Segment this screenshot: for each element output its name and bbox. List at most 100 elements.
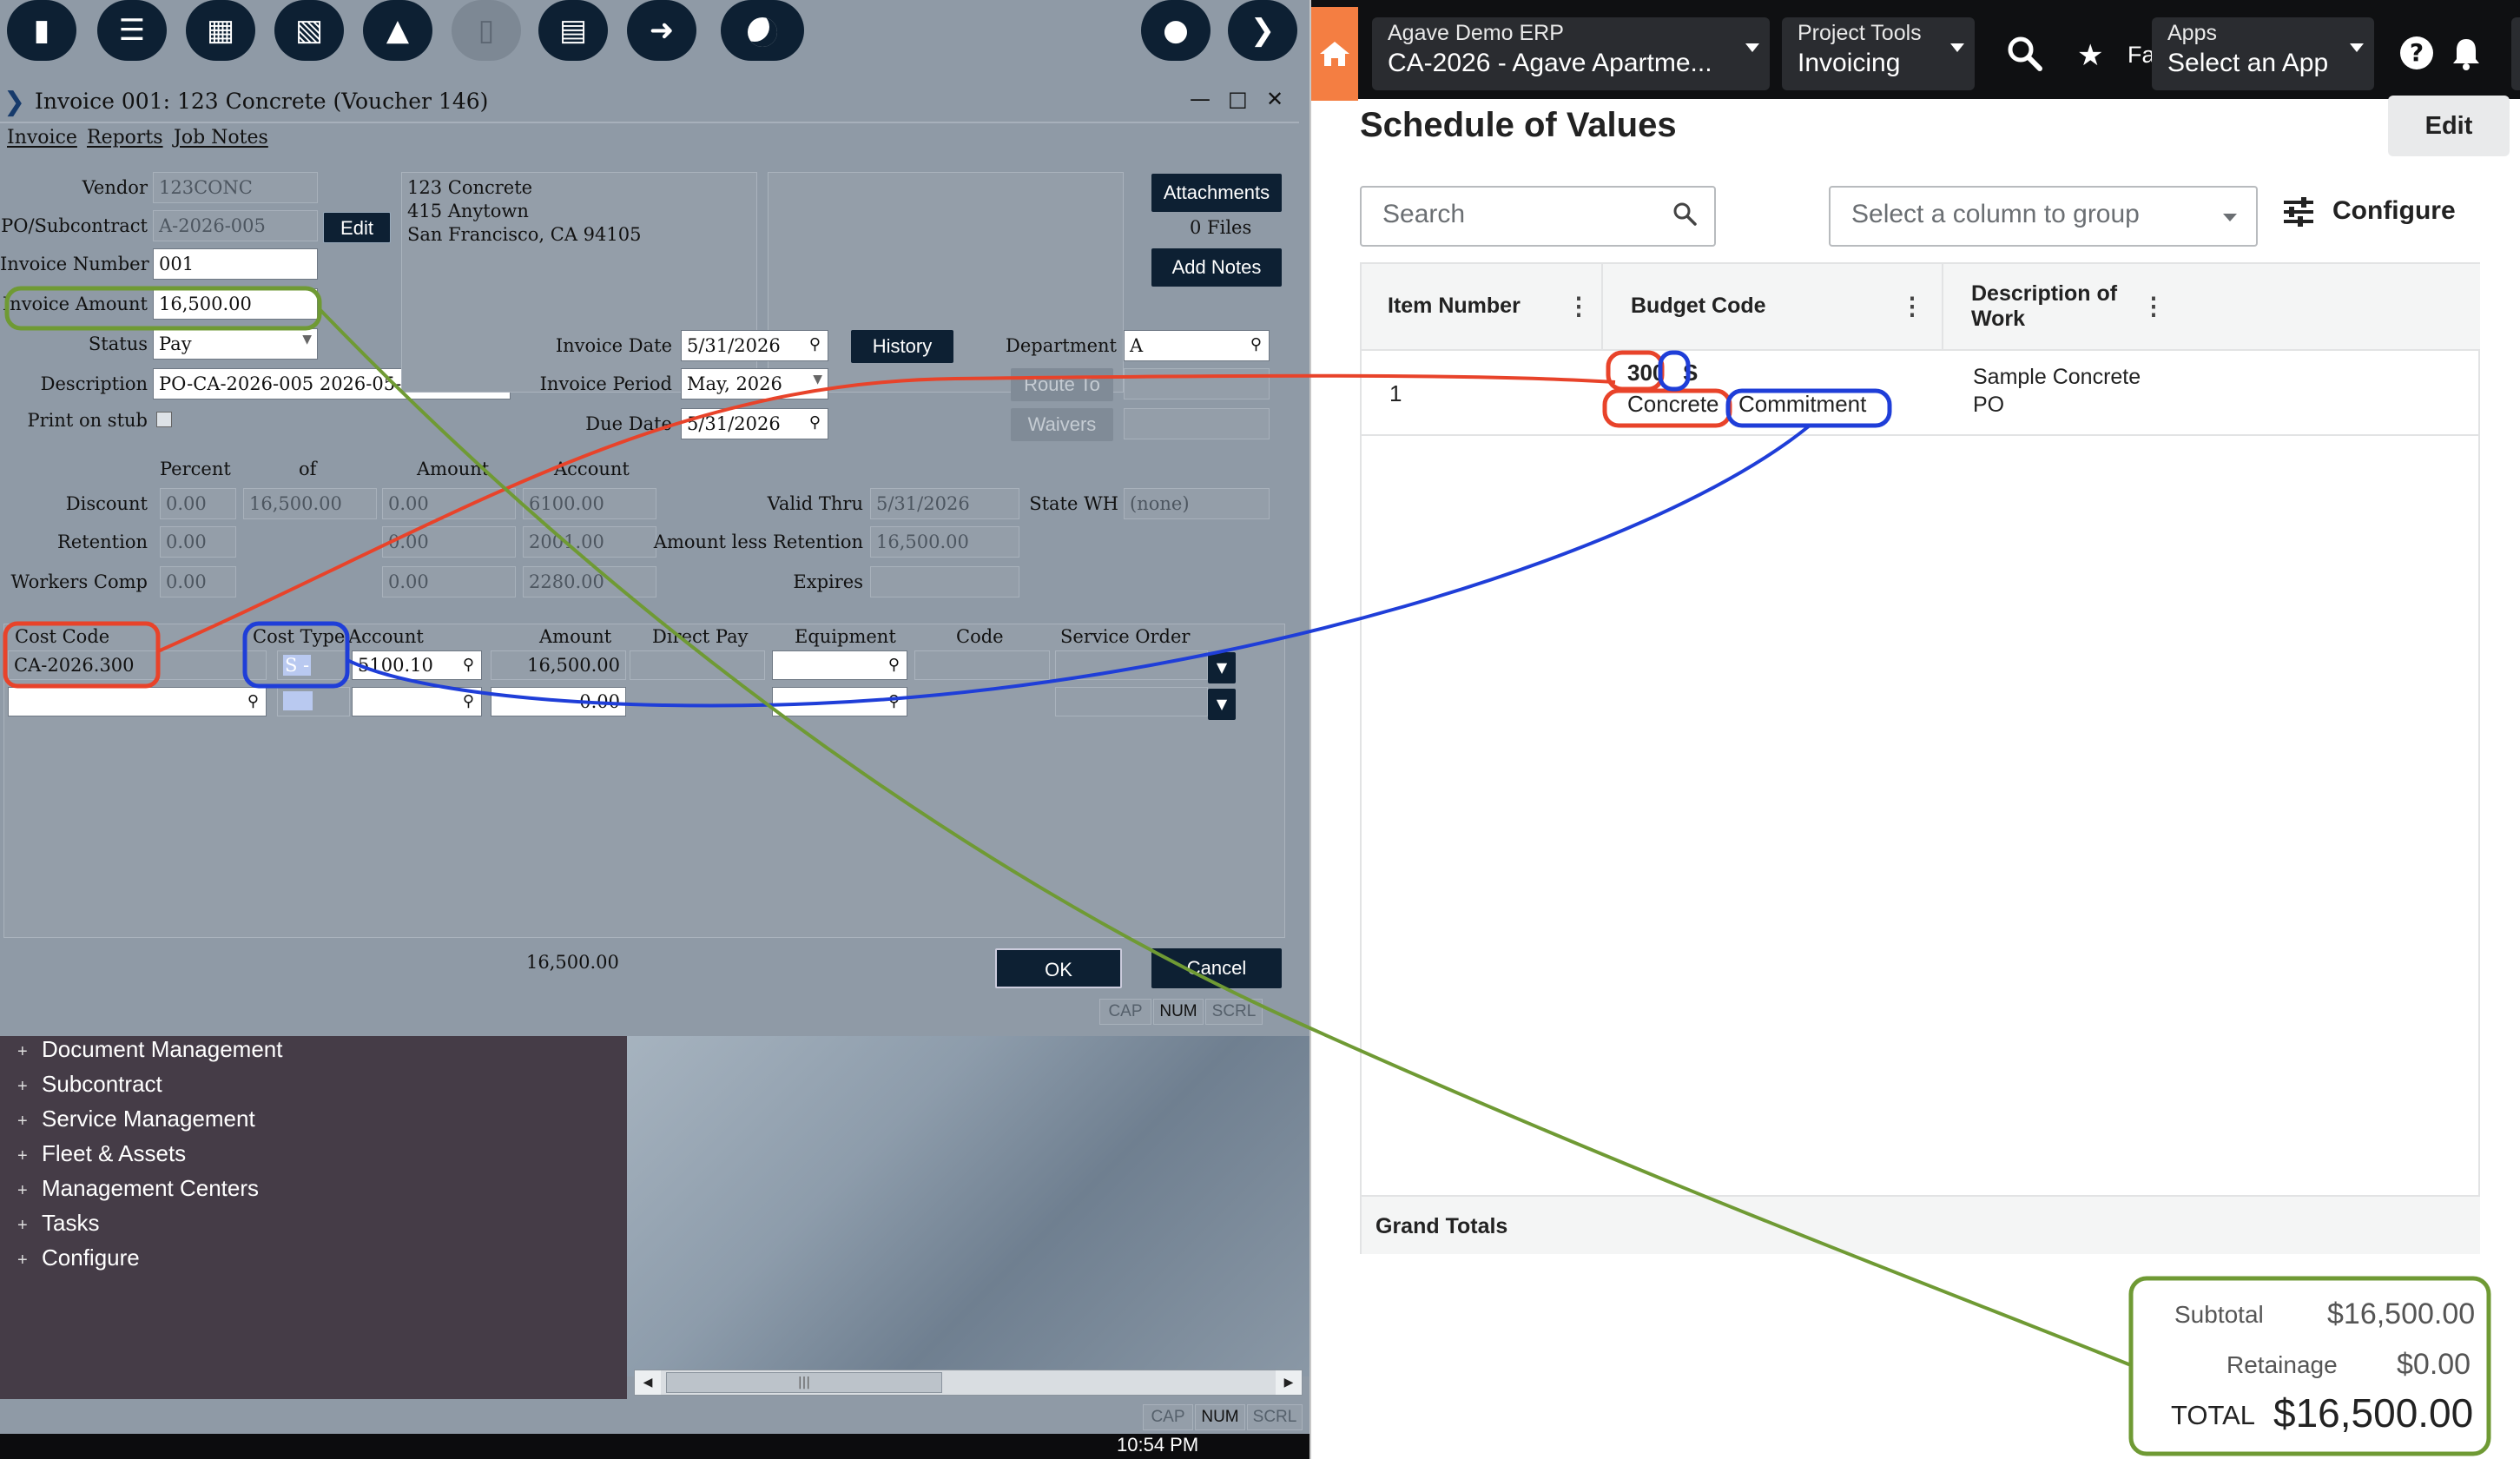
department-field[interactable]: A ⚲ (1124, 330, 1270, 361)
expand-icon[interactable]: + (17, 1181, 42, 1201)
search-icon[interactable]: ⚲ (1250, 335, 1262, 353)
overflow-tab[interactable] (2511, 17, 2520, 90)
ok-button[interactable]: OK (995, 948, 1122, 988)
invoice-amount-field[interactable]: 16,500.00 (153, 288, 318, 320)
home-button[interactable] (1311, 7, 1358, 101)
clipboard-icon[interactable]: ▯ (452, 0, 521, 61)
column-item-number[interactable]: Item Number ⋮ (1362, 264, 1603, 351)
invoice-period-select[interactable]: May, 2026 ▼ (681, 368, 828, 399)
print-stub-checkbox[interactable] (156, 412, 172, 427)
column-menu-icon[interactable]: ⋮ (1567, 292, 1591, 320)
help-icon[interactable]: ? (2400, 36, 2433, 69)
printer-icon[interactable]: ▤ (538, 0, 608, 61)
attachments-button[interactable]: Attachments (1151, 174, 1282, 212)
nav-item-fleet-assets[interactable]: + Fleet & Assets (17, 1140, 186, 1167)
row1-amount[interactable]: 16,500.00 (491, 650, 626, 680)
row1-cost-type[interactable]: S - (277, 650, 350, 680)
waivers-button[interactable]: Waivers (1011, 408, 1113, 441)
user-avatar-icon[interactable]: ● (1141, 0, 1211, 61)
edit-button[interactable]: Edit (2388, 96, 2510, 156)
due-date-field[interactable]: 5/31/2026 ⚲ (681, 408, 828, 439)
expand-icon[interactable]: + (17, 1112, 42, 1132)
row1-equipment[interactable]: ⚲ (772, 650, 907, 680)
add-notes-button[interactable]: Add Notes (1151, 248, 1282, 287)
close-icon[interactable]: ✕ (1266, 87, 1283, 111)
search-icon[interactable] (2006, 35, 2042, 71)
row2-equipment[interactable]: ⚲ (772, 687, 907, 716)
bell-icon[interactable]: ▲ (363, 0, 432, 61)
configure-button[interactable]: Configure (2282, 196, 2456, 228)
notifications-bell-icon[interactable] (2451, 36, 2482, 71)
nav-item-subcontract[interactable]: + Subcontract (17, 1071, 162, 1098)
row1-service-order[interactable] (1055, 650, 1208, 680)
calculator-icon[interactable]: ▦ (186, 0, 255, 61)
row2-dropdown-icon[interactable]: ▼ (1208, 689, 1236, 720)
status-select[interactable]: Pay ▼ (153, 328, 318, 360)
invoice-number-field[interactable]: 001 (153, 248, 318, 280)
po-edit-button[interactable]: Edit (323, 212, 391, 243)
scroll-right-icon[interactable]: ▶ (1276, 1370, 1302, 1395)
invoice-date-field[interactable]: 5/31/2026 ⚲ (681, 330, 828, 361)
star-icon[interactable]: ★ (2077, 38, 2103, 73)
minimize-icon[interactable]: — (1190, 87, 1211, 111)
apps-dropdown[interactable]: Apps Select an App (2152, 17, 2374, 90)
search-icon[interactable]: ⚲ (463, 656, 474, 674)
chevron-right-icon[interactable]: ❯ (1228, 0, 1297, 61)
expand-icon[interactable]: + (17, 1077, 42, 1097)
calendar-icon[interactable]: ▧ (274, 0, 344, 61)
cancel-button[interactable]: Cancel (1151, 948, 1282, 988)
row2-cost-type[interactable] (277, 687, 350, 716)
nav-item-tasks[interactable]: + Tasks (17, 1210, 99, 1237)
row2-account[interactable]: ⚲ (352, 687, 482, 716)
scroll-left-icon[interactable]: ◀ (635, 1370, 661, 1395)
search-icon[interactable]: ⚲ (888, 656, 900, 674)
row-budget-code-commitment[interactable]: Commitment (1738, 391, 1866, 418)
row1-account[interactable]: 5100.10 ⚲ (352, 650, 482, 680)
row-budget-code-number[interactable]: 300 (1627, 360, 1665, 386)
row1-cost-code[interactable]: CA-2026.300 (8, 650, 267, 680)
nav-item-configure[interactable]: + Configure (17, 1244, 140, 1271)
nav-item-service-management[interactable]: + Service Management (17, 1106, 255, 1132)
row2-cost-code[interactable]: ⚲ (8, 687, 267, 716)
search-icon[interactable]: ⚲ (809, 335, 821, 353)
column-budget-code[interactable]: Budget Code ⋮ (1605, 264, 1943, 351)
menu-reports[interactable]: Reports (87, 127, 163, 149)
row1-dropdown-icon[interactable]: ▼ (1208, 652, 1236, 683)
search-icon[interactable]: ⚲ (809, 413, 821, 432)
search-icon[interactable]: ⚲ (888, 692, 900, 710)
list-icon[interactable]: ☰ (97, 0, 167, 61)
column-menu-icon[interactable]: ⋮ (1900, 292, 1924, 320)
row2-service-order[interactable] (1055, 687, 1208, 716)
nav-item-management-centers[interactable]: + Management Centers (17, 1175, 259, 1202)
nav-item-document-management[interactable]: + Document Management (17, 1036, 282, 1063)
search-icon[interactable]: ⚲ (247, 692, 259, 710)
expand-icon[interactable]: + (17, 1216, 42, 1236)
arrow-right-icon[interactable]: ➜ (627, 0, 696, 61)
route-to-button[interactable]: Route To (1011, 368, 1113, 401)
menu-invoice[interactable]: Invoice (7, 127, 77, 149)
expand-icon[interactable]: + (17, 1251, 42, 1271)
row1-direct-pay[interactable] (630, 650, 765, 680)
group-by-select[interactable]: Select a column to group (1829, 186, 2258, 247)
column-menu-icon[interactable]: ⋮ (2141, 292, 2166, 320)
dark-mode-toggle[interactable] (721, 0, 804, 61)
horizontal-scrollbar[interactable]: ◀ ||| ▶ (634, 1370, 1303, 1396)
scroll-thumb[interactable]: ||| (666, 1372, 942, 1393)
favorites-label[interactable]: Fa (2127, 42, 2155, 69)
menu-job-notes[interactable]: Job Notes (174, 127, 268, 149)
row-budget-code-name[interactable]: Concrete (1627, 391, 1719, 418)
column-description[interactable]: Description of Work ⋮ (1945, 264, 2188, 351)
row2-amount[interactable]: 0.00 (491, 687, 626, 716)
maximize-icon[interactable]: □ (1228, 87, 1248, 111)
history-button[interactable]: History (851, 330, 953, 363)
project-tools-dropdown[interactable]: Project Tools Invoicing (1782, 17, 1975, 90)
row1-code[interactable] (914, 650, 1050, 680)
expand-icon[interactable]: + (17, 1042, 42, 1062)
company-project-dropdown[interactable]: Agave Demo ERP CA-2026 - Agave Apartme..… (1372, 17, 1770, 90)
expand-icon[interactable]: + (17, 1146, 42, 1166)
search-input[interactable]: Search (1360, 186, 1716, 247)
search-icon[interactable]: ⚲ (463, 692, 474, 710)
search-icon[interactable] (1672, 201, 1697, 226)
document-icon[interactable]: ▮ (7, 0, 76, 61)
row-budget-code-type[interactable]: S (1683, 360, 1698, 386)
